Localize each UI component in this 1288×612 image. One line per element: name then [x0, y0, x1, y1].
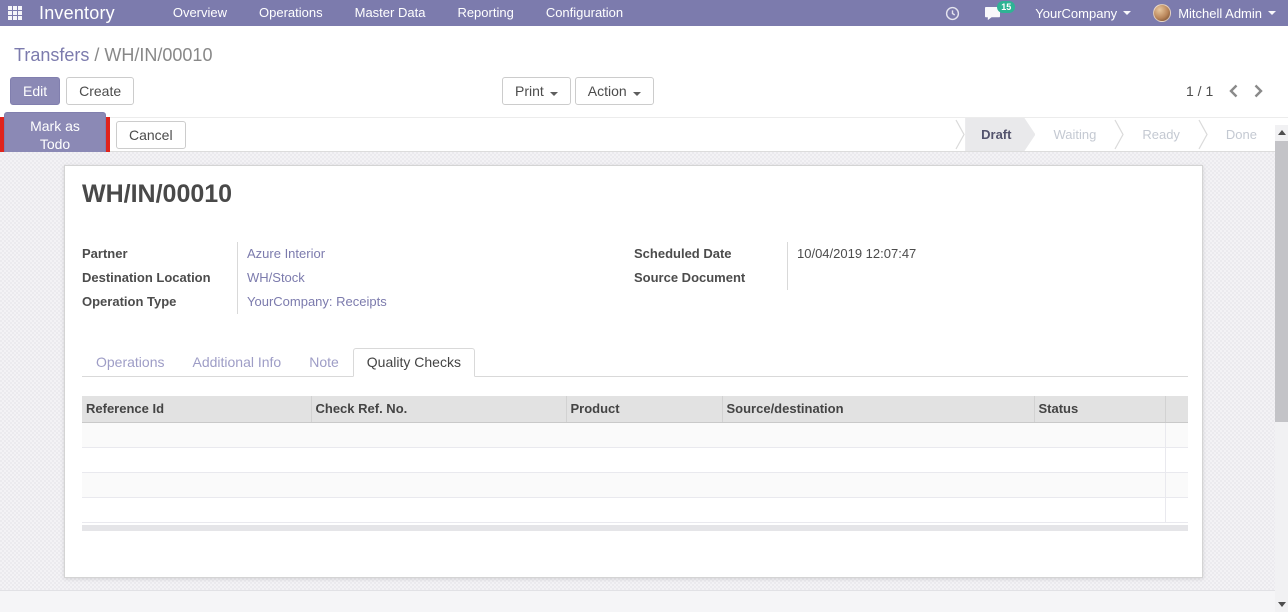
- column-status[interactable]: Status: [1034, 396, 1166, 423]
- cancel-button[interactable]: Cancel: [116, 121, 186, 149]
- partner-label: Partner: [82, 246, 128, 261]
- field-values: 10/04/2019 12:07:47: [787, 242, 977, 290]
- menu-master-data[interactable]: Master Data: [339, 0, 442, 26]
- tab-operations[interactable]: Operations: [82, 348, 178, 376]
- field-group-right: Scheduled Date Source Document 10/04/201…: [634, 242, 977, 290]
- scroll-down-icon[interactable]: [1275, 597, 1288, 612]
- tab-additional-info[interactable]: Additional Info: [178, 348, 295, 376]
- menu-operations[interactable]: Operations: [243, 0, 339, 26]
- breadcrumb: Transfers / WH/IN/00010: [14, 45, 212, 66]
- status-done[interactable]: Done: [1208, 118, 1275, 151]
- status-separator-icon: [955, 118, 965, 151]
- record-title: WH/IN/00010: [82, 180, 233, 208]
- column-source-destination[interactable]: Source/destination: [722, 396, 1035, 423]
- empty-table-row: [82, 422, 1188, 448]
- status-pipeline: Draft Waiting Ready Done: [955, 118, 1275, 151]
- column-reference-id[interactable]: Reference Id: [82, 396, 312, 423]
- empty-table-row: [82, 472, 1188, 498]
- print-label: Print: [515, 83, 544, 99]
- form-view-background: WH/IN/00010 Partner Destination Location…: [0, 152, 1288, 612]
- action-label: Action: [587, 83, 627, 99]
- vertical-scrollbar[interactable]: [1275, 125, 1288, 612]
- pager-previous-icon[interactable]: [1229, 84, 1238, 98]
- status-waiting[interactable]: Waiting: [1035, 118, 1114, 151]
- destination-location-label: Destination Location: [82, 270, 211, 285]
- operation-type-label: Operation Type: [82, 294, 177, 309]
- destination-location-value-link[interactable]: WH/Stock: [247, 266, 427, 290]
- messages-count-badge: 15: [997, 0, 1016, 13]
- app-brand[interactable]: Inventory: [39, 3, 115, 24]
- field-group-left: Partner Destination Location Operation T…: [82, 242, 427, 314]
- scroll-up-icon[interactable]: [1275, 125, 1288, 140]
- pager-next-icon[interactable]: [1254, 84, 1263, 98]
- edit-create-buttons: Edit Create: [10, 77, 135, 105]
- empty-table-row: [82, 447, 1188, 473]
- user-menu[interactable]: Mitchell Admin: [1153, 4, 1276, 22]
- top-navbar: Inventory Overview Operations Master Dat…: [0, 0, 1288, 26]
- company-name: YourCompany: [1035, 5, 1118, 21]
- pager-counter[interactable]: 1 / 1: [1186, 83, 1213, 99]
- source-document-value: [797, 266, 977, 290]
- chevron-down-icon: [1268, 11, 1276, 15]
- form-statusbar: Mark as Todo Cancel Draft Waiting Ready …: [0, 112, 1288, 158]
- user-name: Mitchell Admin: [1178, 5, 1262, 21]
- print-dropdown[interactable]: Print: [502, 77, 571, 105]
- main-menu: Overview Operations Master Data Reportin…: [157, 0, 639, 26]
- horizontal-scrollbar[interactable]: [82, 524, 1188, 531]
- column-spacer: [1165, 396, 1188, 423]
- tab-note[interactable]: Note: [295, 348, 353, 376]
- quality-checks-table: Reference Id Check Ref. No. Product Sour…: [82, 396, 1188, 531]
- messages-icon[interactable]: 15: [984, 0, 1016, 21]
- chevron-down-icon: [1123, 11, 1132, 15]
- field-labels: Scheduled Date Source Document: [634, 242, 787, 290]
- apps-grid-icon[interactable]: [8, 6, 22, 20]
- tab-quality-checks[interactable]: Quality Checks: [352, 348, 475, 377]
- scheduled-date-value: 10/04/2019 12:07:47: [797, 246, 917, 261]
- source-document-label: Source Document: [634, 270, 746, 285]
- breadcrumb-current: WH/IN/00010: [104, 45, 213, 65]
- field-values: Azure Interior WH/Stock YourCompany: Rec…: [237, 242, 427, 314]
- status-draft[interactable]: Draft: [965, 118, 1035, 151]
- user-avatar: [1153, 4, 1172, 22]
- pager: 1 / 1: [1186, 77, 1263, 105]
- status-ready[interactable]: Ready: [1124, 118, 1198, 151]
- status-separator-icon: [1114, 118, 1125, 151]
- company-switcher[interactable]: YourCompany: [1035, 5, 1132, 21]
- print-action-buttons: Print Action: [502, 77, 654, 105]
- edit-button[interactable]: Edit: [10, 77, 61, 105]
- control-panel: Transfers / WH/IN/00010 Edit Create Prin…: [0, 26, 1288, 117]
- create-button[interactable]: Create: [66, 77, 135, 105]
- footer-strip: [0, 590, 1275, 612]
- partner-value-link[interactable]: Azure Interior: [247, 242, 427, 266]
- form-sheet: WH/IN/00010 Partner Destination Location…: [64, 165, 1203, 578]
- chevron-down-icon: [549, 92, 558, 96]
- action-highlight-box: Mark as Todo: [0, 112, 110, 158]
- column-check-ref-no[interactable]: Check Ref. No.: [311, 396, 567, 423]
- notebook-tabs: Operations Additional Info Note Quality …: [82, 348, 1188, 377]
- activities-clock-icon[interactable]: [945, 6, 960, 21]
- scrollbar-thumb[interactable]: [1275, 141, 1288, 422]
- systray: 15 YourCompany Mitchell Admin: [945, 0, 1288, 22]
- empty-table-row: [82, 497, 1188, 523]
- menu-configuration[interactable]: Configuration: [530, 0, 639, 26]
- operation-type-value-link[interactable]: YourCompany: Receipts: [247, 290, 427, 314]
- menu-overview[interactable]: Overview: [157, 0, 243, 26]
- menu-reporting[interactable]: Reporting: [441, 0, 529, 26]
- field-labels: Partner Destination Location Operation T…: [82, 242, 237, 314]
- breadcrumb-separator: /: [94, 45, 100, 65]
- breadcrumb-transfers-link[interactable]: Transfers: [14, 45, 89, 65]
- chevron-down-icon: [632, 92, 641, 96]
- action-dropdown[interactable]: Action: [574, 77, 654, 105]
- column-product[interactable]: Product: [566, 396, 723, 423]
- status-separator-icon: [1198, 118, 1208, 151]
- scheduled-date-label: Scheduled Date: [634, 246, 732, 261]
- table-header-row: Reference Id Check Ref. No. Product Sour…: [82, 396, 1188, 423]
